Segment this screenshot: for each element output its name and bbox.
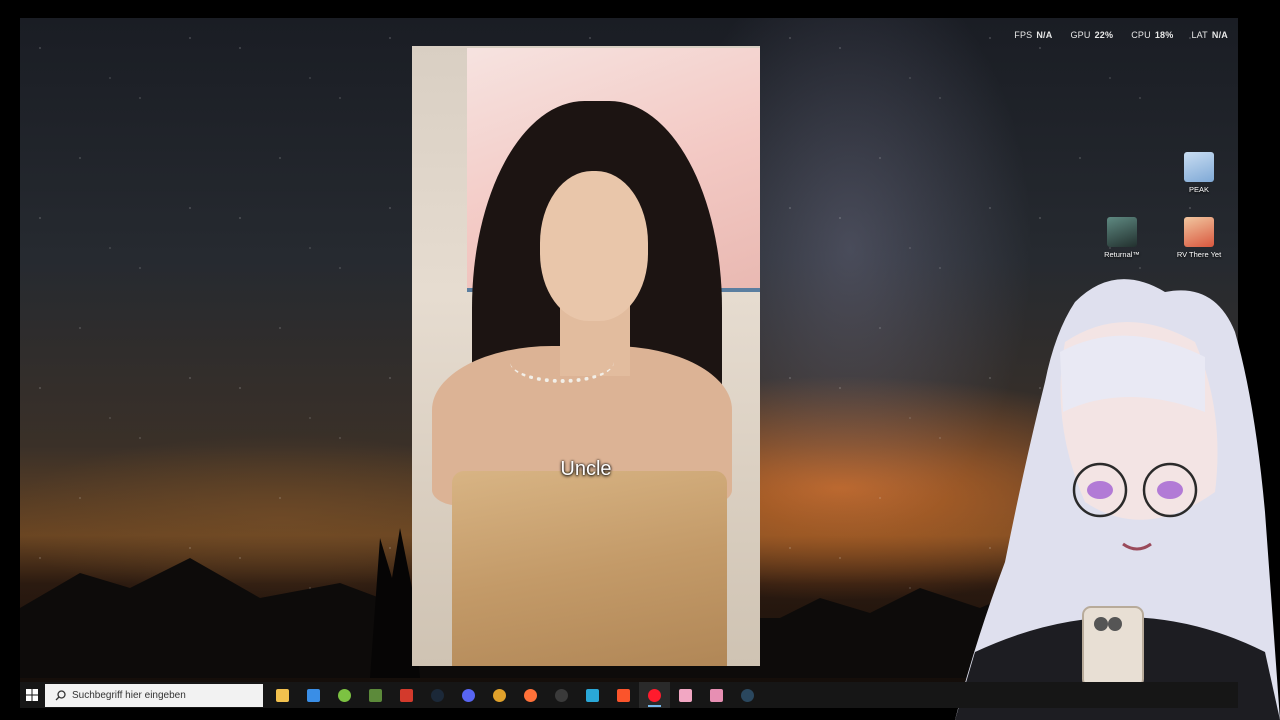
search-icon <box>55 689 66 700</box>
chrome-icon <box>493 688 506 702</box>
taskbar-app-button[interactable] <box>422 682 453 708</box>
taskbar-app-button[interactable] <box>515 682 546 708</box>
taskbar-app-list <box>267 682 763 708</box>
performance-overlay: FPS N/A GPU 22% CPU 18% LAT N/A <box>1014 30 1228 40</box>
peak-game-icon <box>1184 152 1214 182</box>
file-explorer-icon <box>276 688 289 702</box>
video-subtitle: Uncle <box>560 458 612 480</box>
windows-logo-icon <box>26 689 38 701</box>
latency-stat: LAT N/A <box>1191 30 1228 40</box>
brave-icon <box>617 688 630 702</box>
discord-icon <box>462 688 475 702</box>
gpu-stat: GPU 22% <box>1070 30 1114 40</box>
steam-icon <box>431 688 444 702</box>
rv-there-yet-game-icon <box>1184 217 1214 247</box>
search-placeholder: Suchbegriff hier eingeben <box>72 689 186 701</box>
video-player[interactable]: Uncle <box>412 46 760 666</box>
opera-icon <box>648 688 661 702</box>
steam-icon-2 <box>741 688 754 702</box>
taskbar-app-button[interactable] <box>329 682 360 708</box>
video-person-necklace <box>510 341 614 383</box>
android-app-icon <box>338 688 351 702</box>
returnal-game-icon <box>1107 217 1137 247</box>
desktop-icon-returnal[interactable]: Returnal™ <box>1092 217 1152 259</box>
taskbar-app-button[interactable] <box>639 682 670 708</box>
vtube-app-icon <box>679 688 692 702</box>
taskbar-app-button[interactable] <box>608 682 639 708</box>
fps-stat: FPS N/A <box>1014 30 1053 40</box>
minecraft-icon <box>369 688 382 702</box>
taskbar-app-button[interactable] <box>298 682 329 708</box>
taskbar-app-button[interactable] <box>484 682 515 708</box>
taskbar-app-button[interactable] <box>267 682 298 708</box>
sync-app-icon <box>586 688 599 702</box>
obs-icon <box>555 688 568 702</box>
start-button[interactable] <box>22 685 42 705</box>
taskbar-app-button[interactable] <box>670 682 701 708</box>
taskbar-search-box[interactable]: Suchbegriff hier eingeben <box>45 683 263 707</box>
taskbar-app-button[interactable] <box>360 682 391 708</box>
desktop-icon-peak[interactable]: PEAK <box>1169 152 1229 194</box>
taskbar-app-button[interactable] <box>391 682 422 708</box>
vtuber-avatar <box>955 279 1280 720</box>
sticker-app-icon <box>710 688 723 702</box>
desktop-icon-rv-there-yet[interactable]: RV There Yet <box>1169 217 1229 259</box>
taskbar-app-button[interactable] <box>453 682 484 708</box>
voice-app-icon <box>400 688 413 702</box>
cpu-stat: CPU 18% <box>1131 30 1174 40</box>
taskbar-app-button[interactable] <box>732 682 763 708</box>
video-person-face <box>540 171 648 321</box>
taskbar: Suchbegriff hier eingeben <box>20 682 1238 708</box>
video-person-dress <box>452 471 727 666</box>
taskbar-app-button[interactable] <box>701 682 732 708</box>
firefox-icon <box>524 688 537 702</box>
taskbar-app-button[interactable] <box>546 682 577 708</box>
taskbar-app-button[interactable] <box>577 682 608 708</box>
store-icon <box>307 688 320 702</box>
